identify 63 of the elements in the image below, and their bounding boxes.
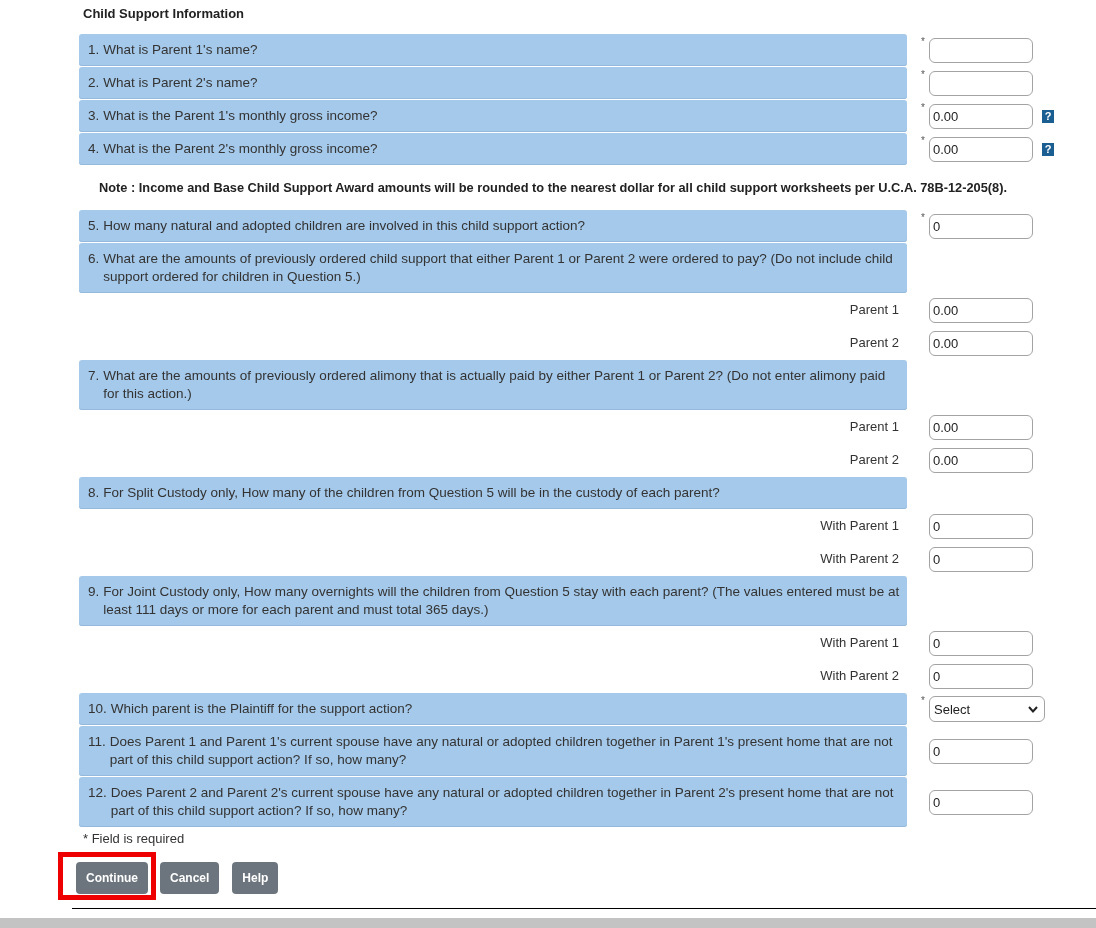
field-label: Parent 2 <box>849 334 899 352</box>
question-number: 8. <box>88 484 100 502</box>
question-text: What is Parent 1's name? <box>103 41 259 59</box>
input-field[interactable]: 0.00 <box>929 447 1033 473</box>
input-field[interactable]: 0.00 <box>929 103 1033 129</box>
input-field[interactable] <box>929 37 1033 63</box>
input-field[interactable] <box>929 70 1033 96</box>
field-label: Parent 2 <box>849 451 899 469</box>
required-asterisk: * <box>921 136 925 146</box>
required-asterisk: * <box>921 213 925 223</box>
question-text: For Split Custody only, How many of the children from Question 5 will be in the custody of each parent? <box>103 484 721 502</box>
input-field[interactable]: 0.00 <box>929 297 1033 323</box>
input-field[interactable]: 0 <box>929 789 1033 815</box>
action-button[interactable]: Help <box>232 862 279 894</box>
action-button[interactable]: Cancel <box>160 862 220 894</box>
question-number: 3. <box>88 107 100 125</box>
input-field[interactable]: 0 <box>929 546 1033 572</box>
question-number: 6. <box>88 250 100 268</box>
input-field[interactable]: 0 <box>929 663 1033 689</box>
question-text: Does Parent 1 and Parent 1's current spouse have any natural or adopted children together in Parent 1's present home that are not part of this child support action? If so, how many? <box>109 733 894 769</box>
select-dropdown[interactable]: Select <box>929 696 1045 722</box>
section-title: Child Support Information <box>83 5 245 22</box>
input-field[interactable]: 0.00 <box>929 330 1033 356</box>
question-number: 12. <box>88 784 107 802</box>
question-number: 11. <box>88 733 106 751</box>
question-text: How many natural and adopted children are involved in this child support action? <box>103 217 587 235</box>
question-number: 2. <box>88 74 100 92</box>
question-number: 4. <box>88 140 100 158</box>
question-text: What are the amounts of previously ordered child support that either Parent 1 or Parent 2 were ordered to pay? (Do not include child support ordered for children in Question 5.) <box>103 250 894 286</box>
question-number: 5. <box>88 217 100 235</box>
help-button[interactable]: ? <box>1042 109 1054 123</box>
action-button[interactable]: Continue <box>76 862 148 894</box>
field-label: With Parent 2 <box>820 550 899 568</box>
required-field-note: * Field is required <box>83 830 185 848</box>
question-text: Does Parent 2 and Parent 2's current spouse have any natural or adopted children together in Parent 2's present home that are not part of this child support action? If so, how many? <box>110 784 895 820</box>
question-text: What are the amounts of previously ordered alimony that is actually paid by either Parent 1 or Parent 2? (Do not enter alimony paid for this action.) <box>103 367 887 403</box>
help-button[interactable]: ? <box>1042 142 1054 156</box>
field-label: Parent 1 <box>849 418 899 436</box>
question-number: 7. <box>88 367 100 385</box>
field-label: With Parent 1 <box>820 517 899 535</box>
note-text: Note : Income and Base Child Support Award amounts will be rounded to the nearest dollar for all child support worksheets per U.C.A. 78B-12-205(8). <box>99 179 1008 197</box>
input-field[interactable]: 0.00 <box>929 414 1033 440</box>
required-asterisk: * <box>921 70 925 80</box>
required-asterisk: * <box>921 103 925 113</box>
input-field[interactable]: 0 <box>929 630 1033 656</box>
question-number: 1. <box>88 41 100 59</box>
field-label: With Parent 1 <box>820 634 899 652</box>
chevron-down-icon <box>1028 705 1038 713</box>
required-asterisk: * <box>921 696 925 706</box>
input-field[interactable]: 0 <box>929 738 1033 764</box>
field-label: With Parent 2 <box>820 667 899 685</box>
required-asterisk: * <box>921 37 925 47</box>
input-field[interactable]: 0.00 <box>929 136 1033 162</box>
input-field[interactable]: 0 <box>929 213 1033 239</box>
field-label: Parent 1 <box>849 301 899 319</box>
question-text: What is the Parent 1's monthly gross income? <box>103 107 379 125</box>
question-number: 10. <box>88 700 107 718</box>
question-text: Which parent is the Plaintiff for the support action? <box>110 700 414 718</box>
question-text: What is the Parent 2's monthly gross income? <box>103 140 379 158</box>
question-number: 9. <box>88 583 100 601</box>
question-text: For Joint Custody only, How many overnights will the children from Question 5 stay with each parent? (The values entered must be at least 111 days or more for each parent and must total 365 days.) <box>103 583 900 619</box>
input-field[interactable]: 0 <box>929 513 1033 539</box>
question-text: What is Parent 2's name? <box>103 74 259 92</box>
